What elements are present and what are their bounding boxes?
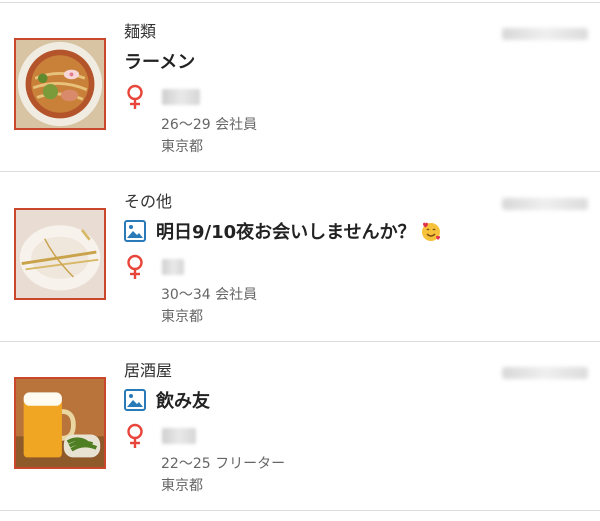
post-title-row: 明日9/10夜お会いしませんか？ [124,218,442,244]
post-category: その他 [124,192,173,211]
user-location: 東京都 [161,139,203,155]
post-date-redacted [502,367,588,379]
female-icon [127,84,143,109]
user-name-redacted [162,428,196,444]
user-age-job: 30〜34 会社員 [161,287,258,303]
image-attached-icon [124,220,146,242]
post-title[interactable]: 明日9/10夜お会いしませんか？ [156,218,416,244]
gender-row [124,84,200,110]
post-title-row: ラーメン [124,48,195,74]
user-name-redacted [162,89,200,105]
post-title-row: 飲み友 [124,387,210,413]
plate-cutlery-photo [16,210,104,298]
ramen-photo [16,40,104,128]
user-name-redacted [162,259,184,275]
user-age-job: 22〜25 フリーター [161,456,286,472]
smiling-face-with-hearts-icon [421,222,440,241]
post-category: 居酒屋 [124,361,173,380]
post-thumbnail[interactable] [14,377,106,469]
separator [0,510,600,511]
post-title[interactable]: ラーメン [124,48,195,74]
post-date-redacted [502,198,588,210]
separator [0,171,600,172]
post-list: 麺類 ラーメン 26〜29 会社員 東京都 その他 明日9/10夜お会いしません… [0,0,600,512]
list-item[interactable]: 麺類 ラーメン 26〜29 会社員 東京都 [0,14,600,182]
gender-row [124,423,196,449]
user-location: 東京都 [161,478,203,494]
post-thumbnail[interactable] [14,38,106,130]
female-icon [127,254,143,279]
separator [0,341,600,342]
separator [0,2,600,3]
list-item[interactable]: 居酒屋 飲み友 22〜25 フリーター 東京都 [0,353,600,521]
user-age-job: 26〜29 会社員 [161,117,258,133]
beer-edamame-photo [16,379,104,467]
post-date-redacted [502,28,588,40]
gender-row [124,254,184,280]
image-attached-icon [124,389,146,411]
post-category: 麺類 [124,22,157,41]
post-thumbnail[interactable] [14,208,106,300]
list-item[interactable]: その他 明日9/10夜お会いしませんか？ 30〜34 会社員 東京都 [0,184,600,352]
female-icon [127,423,143,448]
post-title[interactable]: 飲み友 [156,387,210,413]
user-location: 東京都 [161,309,203,325]
